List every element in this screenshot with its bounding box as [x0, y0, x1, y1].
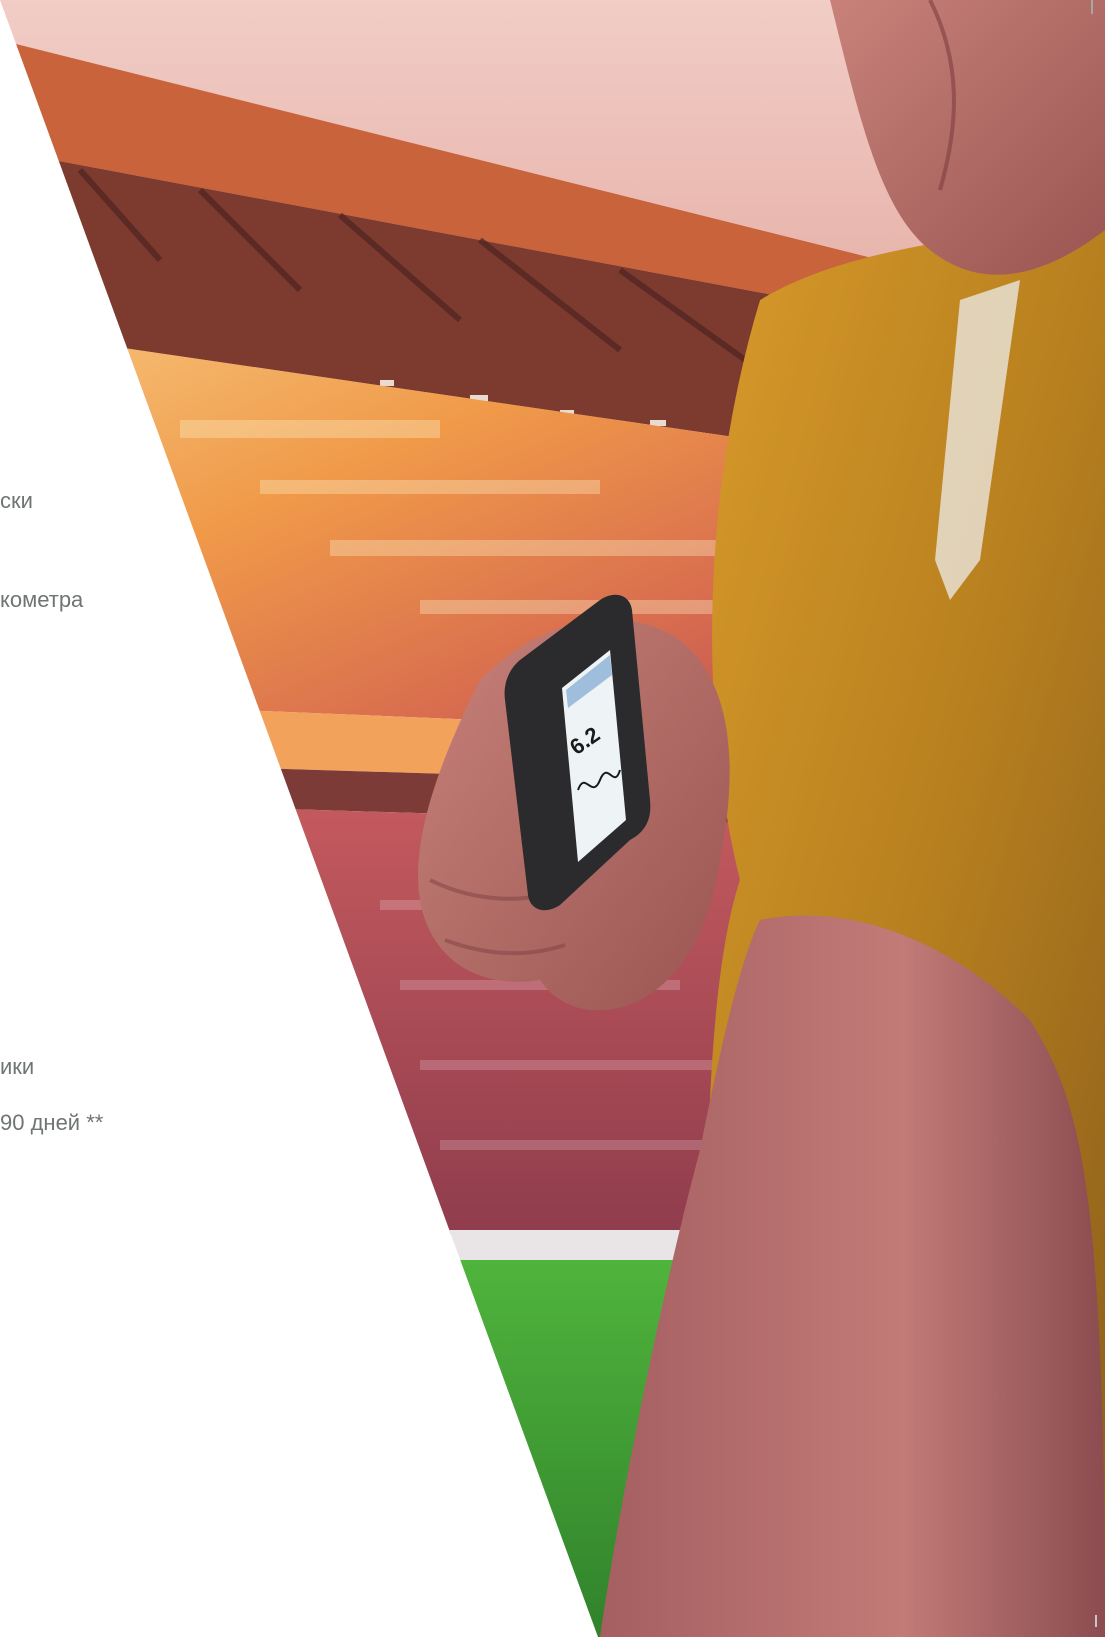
text-fragment-2: кометра: [0, 587, 84, 612]
bottom-corner-mark: [1095, 1615, 1097, 1627]
text-fragment-3: ики: [0, 1054, 35, 1079]
text-column: ски кометра ики 90 дней **: [0, 0, 200, 1637]
corner-mark: [1091, 0, 1093, 14]
page: 6.2 ски кометра ики 90 дней **: [0, 0, 1105, 1637]
text-fragment-4: 90 дней **: [0, 1110, 104, 1135]
text-fragment-1: ски: [0, 488, 33, 513]
